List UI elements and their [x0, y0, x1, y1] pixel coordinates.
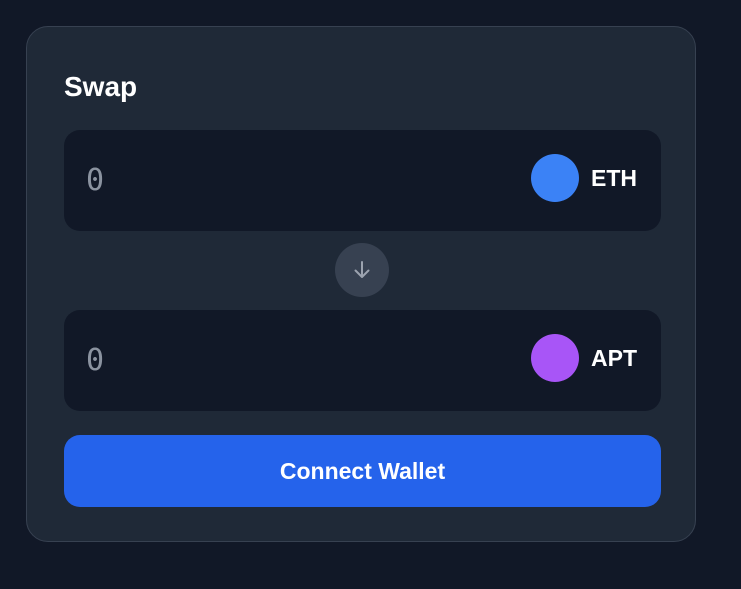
from-token-symbol: ETH: [591, 164, 637, 191]
from-token-box: ETH: [64, 130, 661, 231]
apt-token-icon: [531, 334, 579, 382]
from-token-selector[interactable]: ETH: [531, 154, 637, 202]
to-token-symbol: APT: [591, 344, 637, 371]
swap-title: Swap: [64, 71, 138, 102]
to-token-selector[interactable]: APT: [531, 334, 637, 382]
swap-card: Swap ETH APT Connect Wallet: [26, 26, 696, 542]
arrow-down-icon: [354, 261, 370, 278]
eth-token-icon: [531, 154, 579, 202]
from-amount-input[interactable]: [86, 161, 466, 199]
connect-wallet-button[interactable]: Connect Wallet: [64, 435, 661, 507]
to-amount-input[interactable]: [86, 341, 466, 379]
to-token-box: APT: [64, 310, 661, 411]
switch-tokens-button[interactable]: [335, 243, 389, 297]
